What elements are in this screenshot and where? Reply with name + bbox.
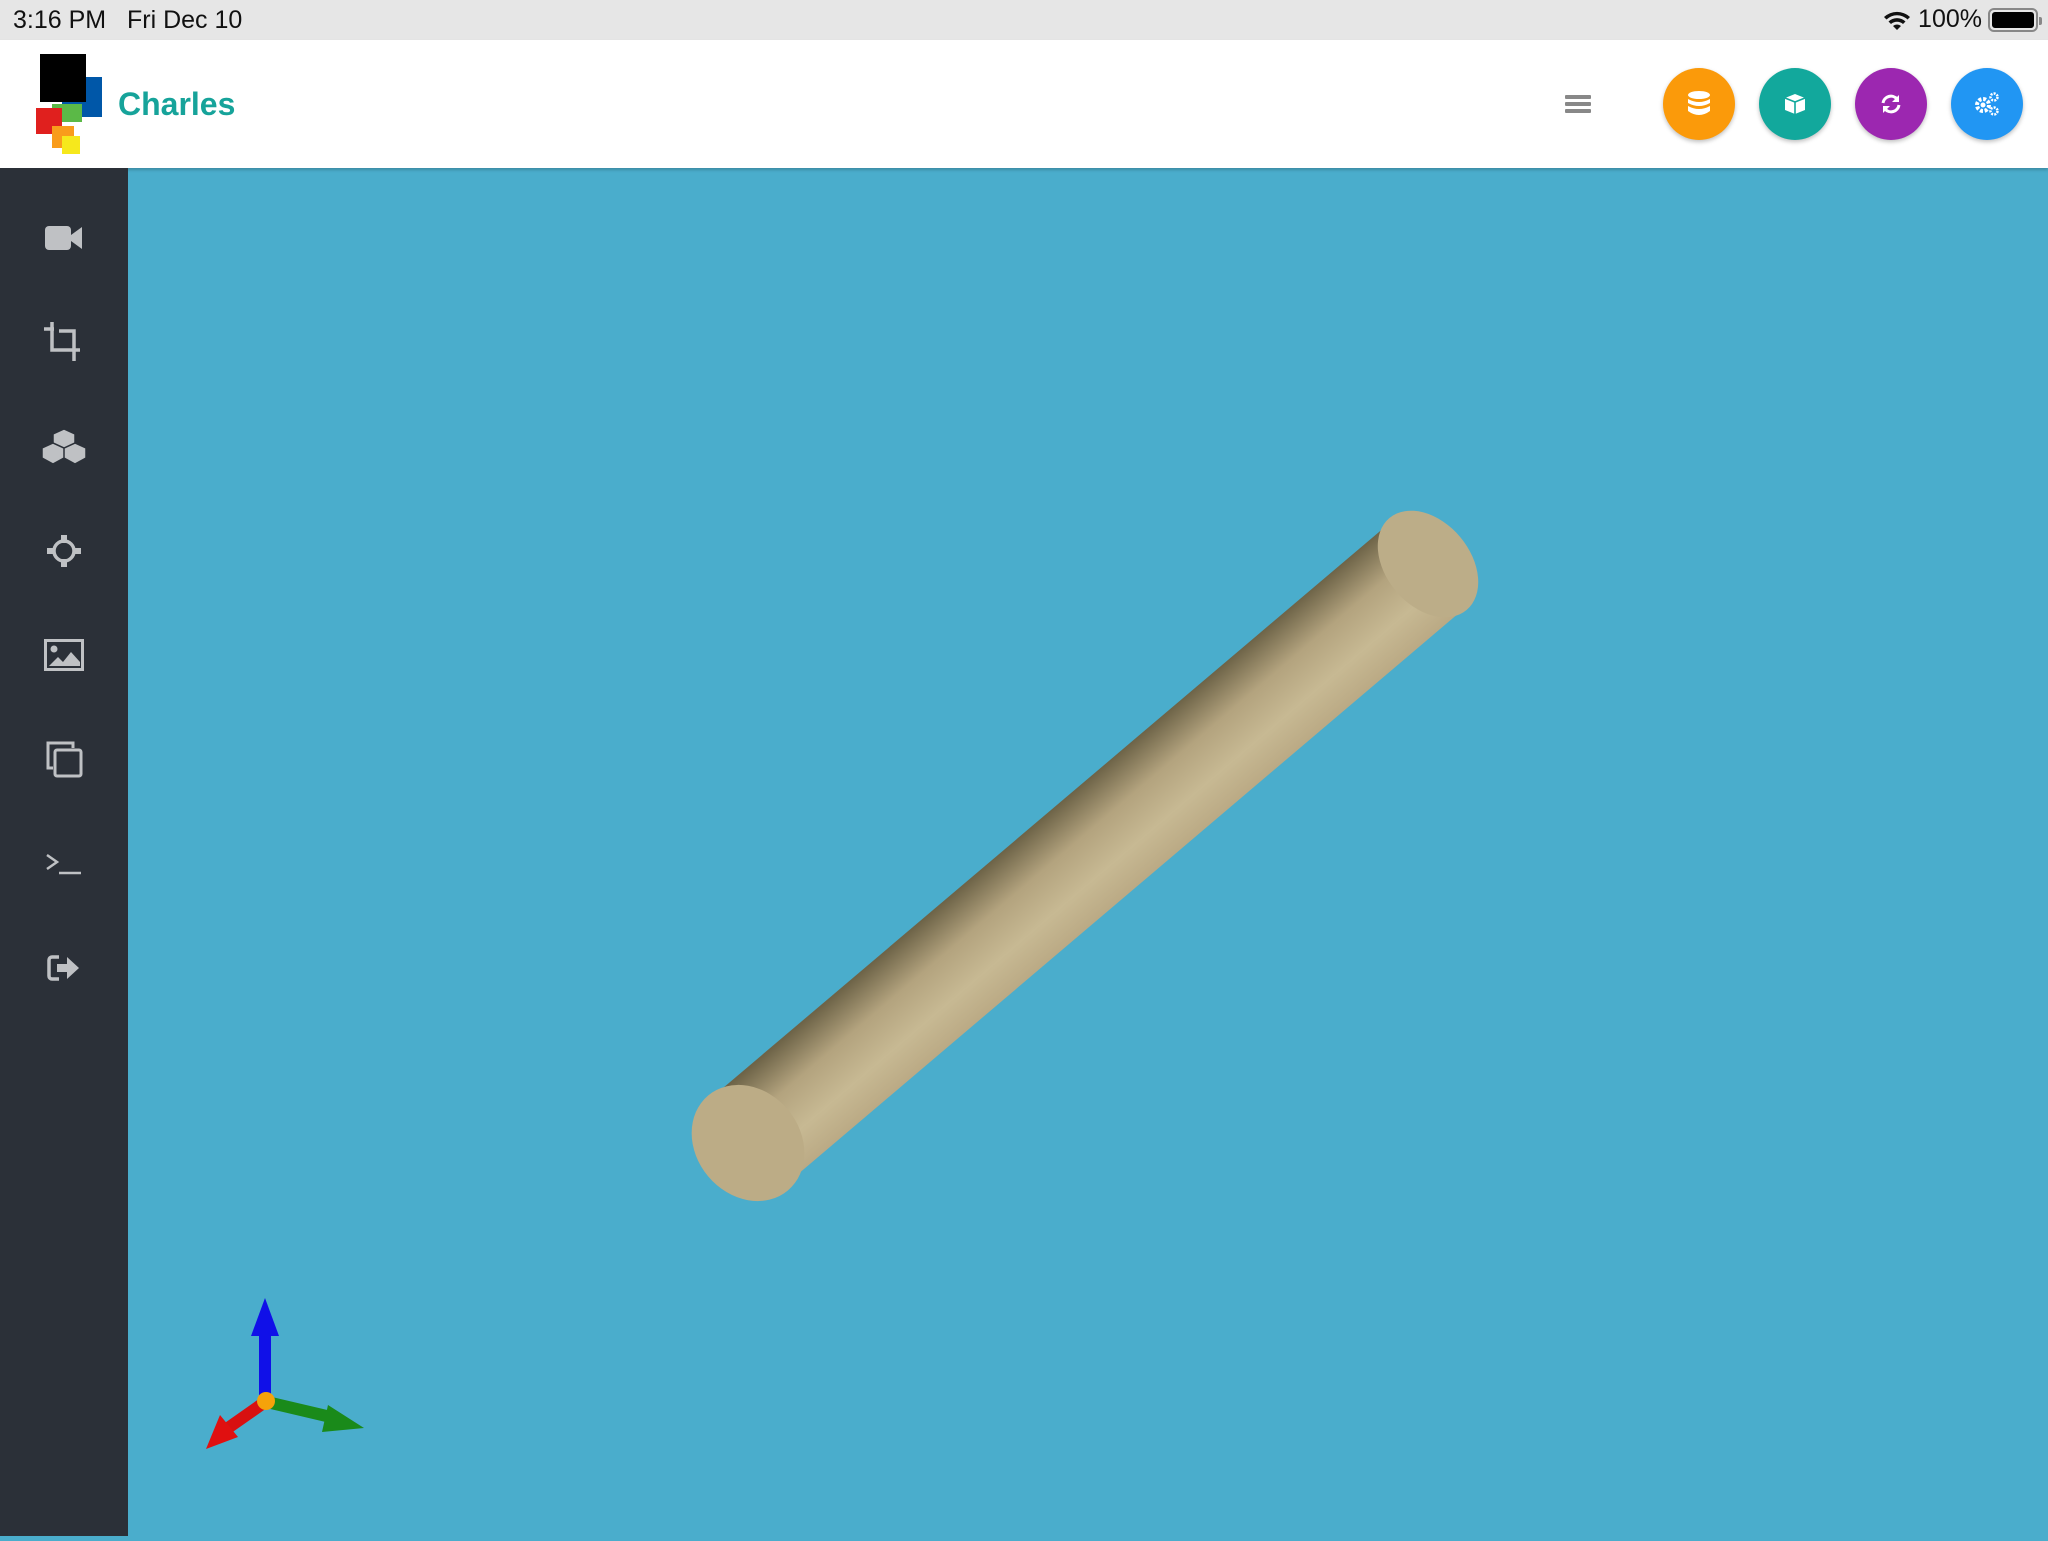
- sign-out-icon: [47, 955, 79, 981]
- status-date: Fri Dec 10: [127, 6, 243, 34]
- sidebar-item-camera[interactable]: [34, 208, 94, 268]
- crop-icon: [44, 322, 80, 361]
- sidebar-item-copy[interactable]: [34, 729, 94, 789]
- image-icon: [44, 639, 84, 671]
- axis-triad: [206, 1298, 364, 1449]
- gears-icon: [1975, 92, 1999, 116]
- cylinder-model: [691, 510, 1479, 1202]
- status-time: 3:16 PM: [13, 6, 107, 34]
- sidebar-item-sign-out[interactable]: [34, 938, 94, 998]
- app-header: Charles: [0, 40, 2048, 168]
- sidebar-item-cubes[interactable]: [34, 417, 94, 477]
- settings-button[interactable]: [1951, 68, 2023, 140]
- app-name: Charles: [118, 86, 236, 122]
- crosshairs-icon: [47, 535, 81, 567]
- cubes-icon: [41, 428, 87, 465]
- cube-icon: [1784, 94, 1806, 114]
- refresh-icon: [1881, 94, 1901, 114]
- sidebar: [0, 168, 128, 1536]
- refresh-button[interactable]: [1855, 68, 1927, 140]
- cube-button[interactable]: [1759, 68, 1831, 140]
- status-bar: 3:16 PM Fri Dec 10 100%: [0, 0, 2048, 40]
- y-axis: [265, 1396, 337, 1424]
- app-logo: [36, 54, 102, 154]
- axis-origin: [257, 1392, 275, 1410]
- sidebar-item-image[interactable]: [34, 625, 94, 685]
- 3d-viewport[interactable]: [128, 168, 2048, 1536]
- database-icon: [1688, 91, 1710, 115]
- sidebar-item-terminal[interactable]: [34, 834, 94, 894]
- y-axis-arrow: [322, 1405, 364, 1432]
- wifi-icon: [1884, 11, 1911, 30]
- sidebar-item-crop[interactable]: [34, 312, 94, 372]
- sidebar-item-crosshairs[interactable]: [34, 521, 94, 581]
- copy-icon: [46, 741, 83, 778]
- terminal-icon: [46, 853, 81, 875]
- database-button[interactable]: [1663, 68, 1735, 140]
- battery-icon: [1988, 7, 2042, 32]
- battery-percent: 100%: [1918, 5, 1982, 33]
- z-axis-arrow: [251, 1298, 279, 1336]
- video-camera-icon: [45, 226, 82, 250]
- menu-button[interactable]: [1565, 92, 1591, 116]
